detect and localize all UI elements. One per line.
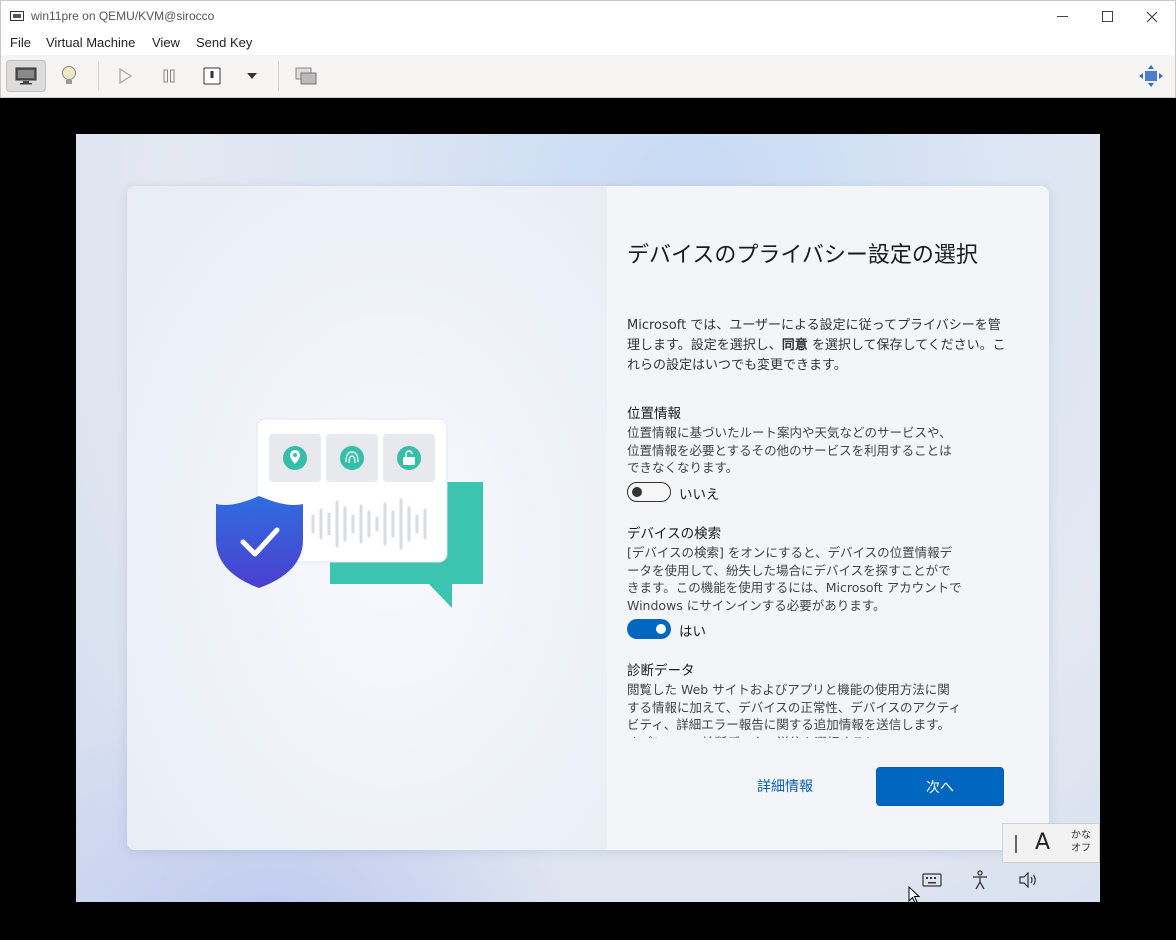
- shutdown-button[interactable]: [192, 60, 232, 92]
- snapshots-button[interactable]: [286, 60, 326, 92]
- volume-button[interactable]: [1017, 869, 1039, 891]
- location-title: 位置情報: [627, 406, 681, 422]
- toolbar-separator: [278, 61, 279, 91]
- ime-divider: [1015, 835, 1017, 853]
- toolbar-separator: [98, 61, 99, 91]
- menu-view[interactable]: View: [152, 35, 180, 50]
- run-button[interactable]: [105, 60, 145, 92]
- shutdown-menu-button[interactable]: [232, 60, 272, 92]
- keyboard-button[interactable]: [921, 869, 943, 891]
- ime-kana-status: かな オフ: [1071, 830, 1091, 854]
- close-icon: [1146, 11, 1158, 22]
- page-title: デバイスのプライバシー設定の選択: [627, 243, 978, 268]
- close-button[interactable]: [1129, 1, 1175, 32]
- ime-indicator[interactable]: A かな オフ: [1002, 823, 1100, 863]
- menubar: File Virtual Machine View Send Key: [0, 31, 1176, 55]
- fullscreen-arrows-icon: [1139, 65, 1163, 87]
- oobe-card: デバイスのプライバシー設定の選択 Microsoft では、ユーザーによる設定に…: [127, 186, 1049, 850]
- learn-more-link[interactable]: 詳細情報: [757, 776, 813, 796]
- power-icon: [203, 67, 221, 85]
- keyboard-icon: [922, 873, 942, 887]
- find-device-title: デバイスの検索: [627, 526, 722, 542]
- pause-button[interactable]: [149, 60, 189, 92]
- intro-text: Microsoft では、ユーザーによる設定に従ってプライバシーを管理します。設…: [627, 318, 1006, 373]
- location-description: 位置情報に基づいたルート案内や天気などのサービスや、位置情報を必要とするその他の…: [627, 425, 952, 475]
- virt-manager-app-icon: [10, 11, 24, 21]
- find-device-toggle-label: はい: [679, 624, 706, 640]
- settings-scroll-list[interactable]: 位置情報 位置情報に基づいたルート案内や天気などのサービスや、位置情報を必要とす…: [627, 400, 967, 738]
- monitor-icon: [15, 67, 37, 85]
- illustration-panel: [127, 186, 607, 850]
- privacy-illustration: [216, 418, 483, 608]
- window-title: win11pre on QEMU/KVM@sirocco: [31, 9, 215, 23]
- console-view-button[interactable]: [6, 60, 46, 92]
- window-titlebar: win11pre on QEMU/KVM@sirocco: [0, 0, 1176, 31]
- diagnostics-description: 閲覧した Web サイトおよびアプリと機能の使用方法に関する情報に加えて、デバイ…: [627, 682, 962, 738]
- location-toggle-label: いいえ: [679, 487, 720, 503]
- find-device-description: [デバイスの検索] をオンにすると、デバイスの位置情報データを使用して、紛失した…: [627, 545, 962, 613]
- ime-mode-letter: A: [1035, 830, 1051, 855]
- accessibility-button[interactable]: [969, 869, 991, 891]
- maximize-button[interactable]: [1084, 1, 1130, 32]
- resize-to-vm-button[interactable]: [1131, 60, 1171, 92]
- toolbar: [0, 55, 1176, 98]
- mouse-pointer-icon: [908, 886, 920, 902]
- diagnostics-title: 診断データ: [627, 663, 695, 679]
- menu-virtual-machine[interactable]: Virtual Machine: [46, 35, 135, 50]
- menu-send-key[interactable]: Send Key: [196, 35, 252, 50]
- volume-icon: [1019, 872, 1036, 888]
- menu-file[interactable]: File: [10, 35, 31, 50]
- snapshots-icon: [295, 67, 317, 85]
- play-icon: [119, 68, 132, 84]
- minimize-button[interactable]: [1039, 1, 1085, 32]
- details-button[interactable]: [49, 60, 89, 92]
- find-device-toggle[interactable]: [627, 619, 671, 639]
- accessibility-icon: [973, 870, 987, 890]
- location-toggle[interactable]: [627, 482, 671, 502]
- lightbulb-icon: [62, 66, 76, 84]
- pause-icon: [163, 69, 175, 83]
- next-button[interactable]: 次へ: [876, 767, 1004, 806]
- chevron-down-icon: [247, 73, 257, 79]
- guest-screen[interactable]: デバイスのプライバシー設定の選択 Microsoft では、ユーザーによる設定に…: [76, 134, 1100, 902]
